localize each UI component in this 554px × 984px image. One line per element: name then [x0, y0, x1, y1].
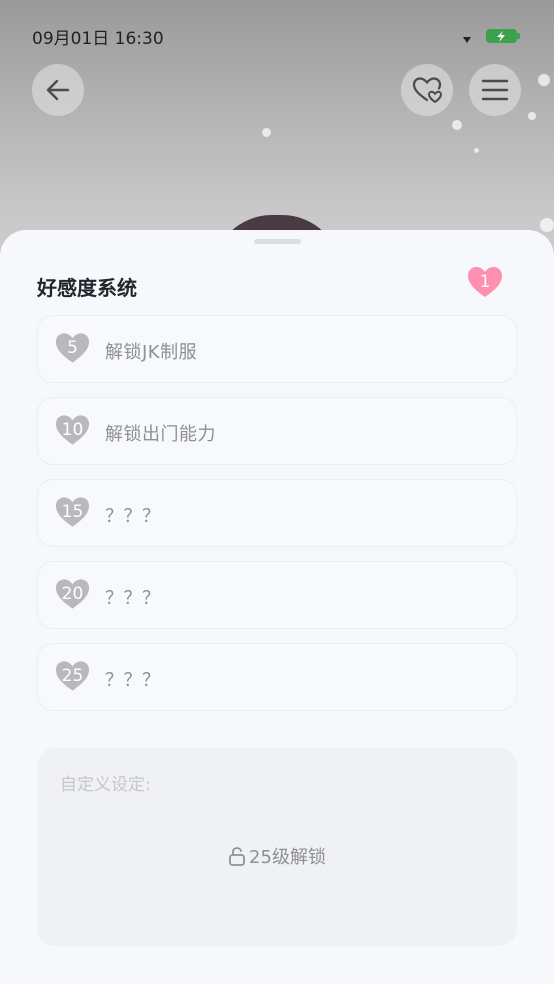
heart-outline-icon [412, 77, 442, 103]
reward-list: 5 解锁JK制服 10 解锁出门能力 15 ？？？ 20 ？？？ 25 ？？？ [37, 315, 517, 725]
current-level-value: 1 [479, 272, 491, 292]
reward-item: 5 解锁JK制服 [37, 315, 517, 383]
reward-level-badge: 10 [54, 413, 92, 449]
sheet-title: 好感度系统 [37, 276, 137, 300]
lock-icon [229, 847, 245, 866]
reward-level: 20 [61, 584, 84, 604]
back-button[interactable] [32, 64, 84, 116]
reward-item: 20 ？？？ [37, 561, 517, 629]
affection-sheet: 好感度系统 1 5 解锁JK制服 10 解锁出门能力 15 ？？？ 20 ？？？… [0, 230, 554, 984]
sparkle-decoration [452, 120, 462, 130]
reward-label: ？？？ [105, 506, 161, 527]
reward-level: 15 [61, 502, 84, 522]
unlock-requirement: 25级解锁 [37, 843, 517, 869]
battery-icon [486, 29, 520, 43]
reward-level-badge: 15 [54, 495, 92, 531]
menu-icon [481, 79, 509, 101]
custom-settings-label: 自定义设定: [60, 775, 151, 795]
reward-item: 25 ？？？ [37, 643, 517, 711]
sparkle-decoration [538, 74, 550, 86]
sparkle-decoration [540, 218, 554, 232]
reward-label: ？？？ [105, 670, 161, 691]
reward-level-badge: 5 [54, 331, 92, 367]
custom-settings-box: 自定义设定: 25级解锁 [37, 748, 517, 946]
status-bar: 09月01日 16:30 [0, 0, 554, 70]
sheet-drag-handle[interactable] [254, 239, 301, 244]
reward-level-badge: 20 [54, 577, 92, 613]
arrow-left-icon [46, 79, 70, 101]
reward-level: 5 [67, 338, 78, 358]
reward-level-badge: 25 [54, 659, 92, 695]
reward-label: ？？？ [105, 588, 161, 609]
menu-button[interactable] [469, 64, 521, 116]
sparkle-decoration [474, 148, 479, 153]
reward-item: 15 ？？？ [37, 479, 517, 547]
current-level-badge: 1 [466, 265, 504, 299]
reward-label: 解锁出门能力 [105, 424, 216, 445]
reward-label: 解锁JK制服 [105, 342, 198, 363]
reward-level: 25 [61, 666, 84, 686]
reward-level: 10 [61, 420, 84, 440]
sparkle-decoration [262, 128, 271, 137]
favorite-button[interactable] [401, 64, 453, 116]
wifi-icon [463, 37, 471, 43]
status-time: 09月01日 16:30 [32, 29, 164, 49]
reward-item: 10 解锁出门能力 [37, 397, 517, 465]
sparkle-decoration [528, 112, 536, 120]
unlock-requirement-text: 25级解锁 [249, 847, 326, 868]
